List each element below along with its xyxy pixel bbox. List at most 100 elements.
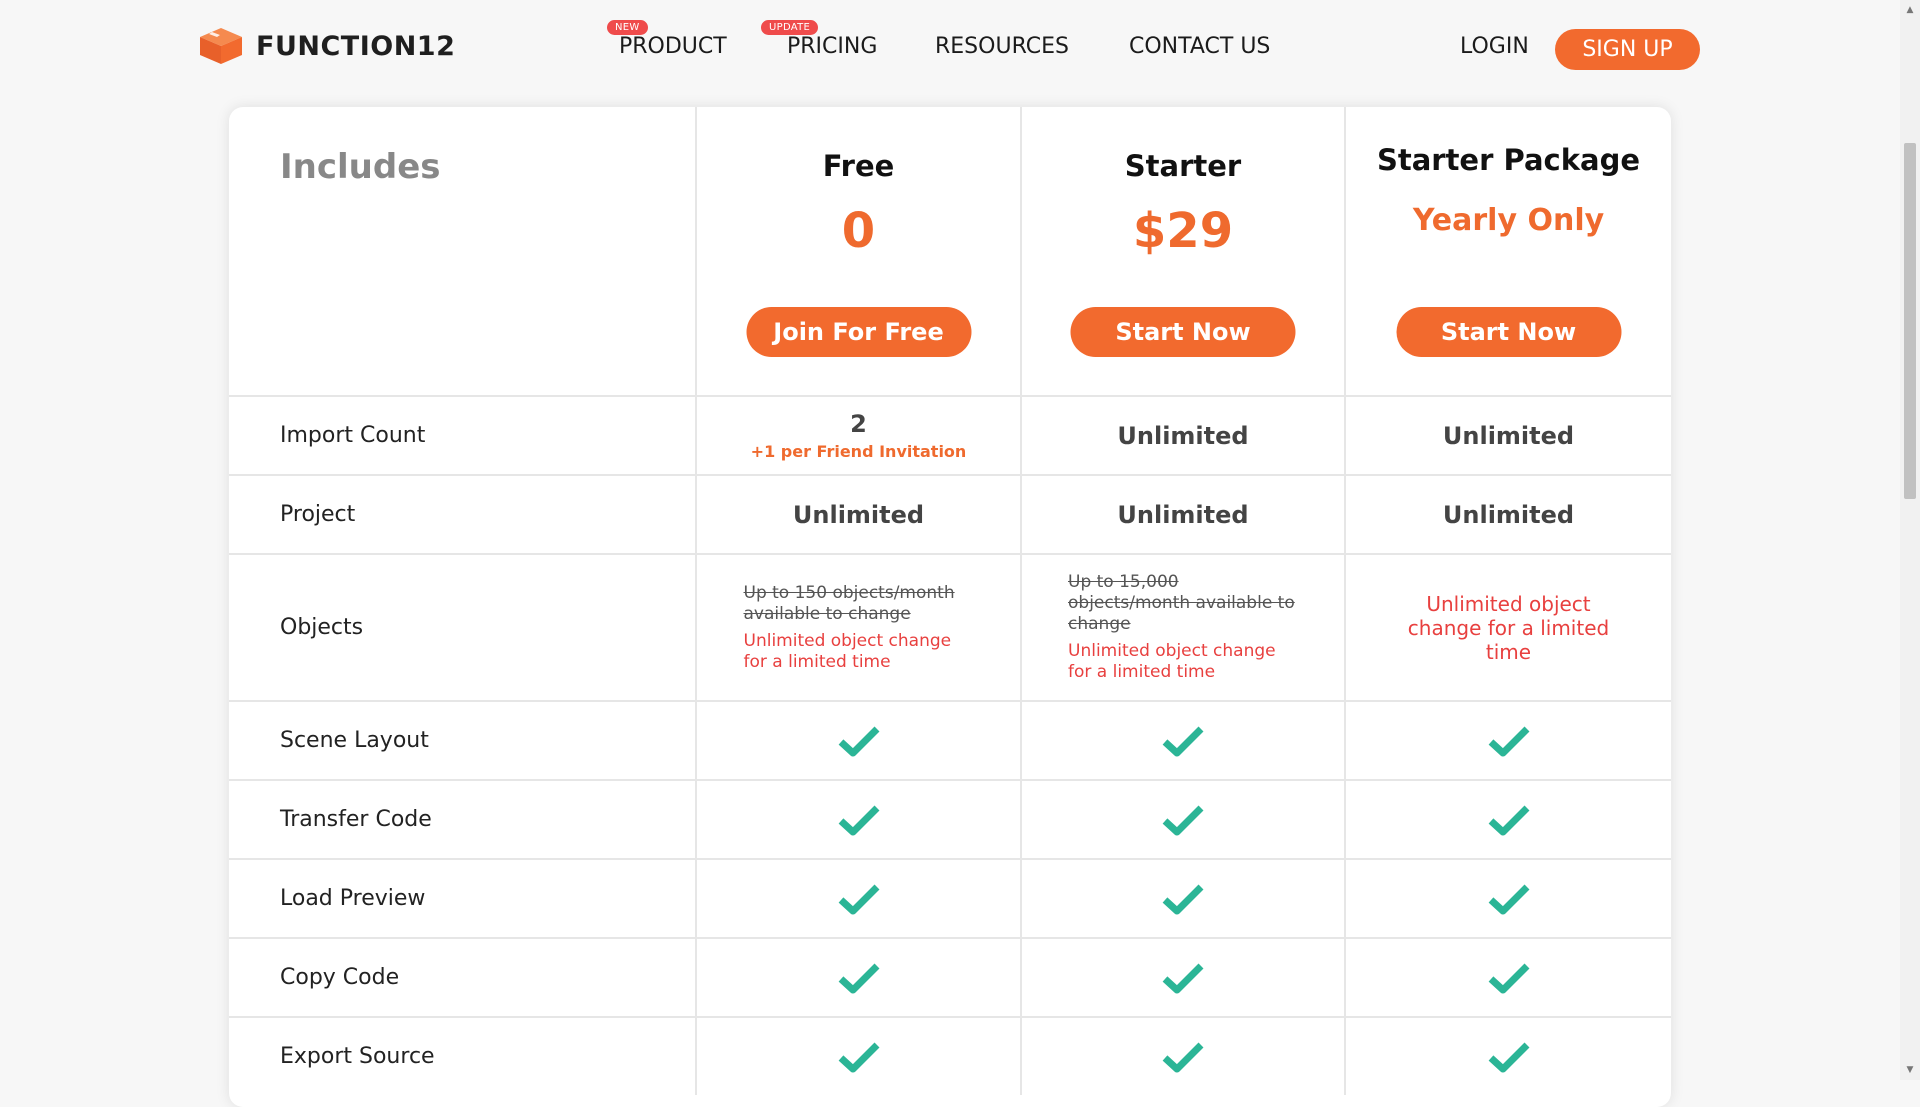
value-cell xyxy=(1344,860,1671,937)
start-now-button[interactable]: Start Now xyxy=(1070,307,1296,357)
check-icon xyxy=(1162,1042,1204,1072)
value-cell xyxy=(695,860,1020,937)
value-cell xyxy=(1020,860,1344,937)
feature-label: Import Count xyxy=(280,423,426,448)
objects-old-limit: Up to 150 objects/month available to cha… xyxy=(743,582,955,624)
check-icon xyxy=(1488,884,1529,914)
site-header: FUNCTION12 NEW PRODUCT UPDATE PRICING RE… xyxy=(0,0,1898,98)
feature-label-cell: Export Source xyxy=(229,1018,695,1095)
nav-resources-label: RESOURCES xyxy=(935,34,1069,59)
check-icon xyxy=(1162,726,1204,756)
import-count-value: Unlimited xyxy=(1117,421,1249,450)
feature-label-cell: Objects xyxy=(229,555,695,700)
nav-resources[interactable]: RESOURCES xyxy=(935,34,1069,59)
check-icon xyxy=(838,1042,879,1072)
value-cell xyxy=(1344,781,1671,858)
nav-badge-update: UPDATE xyxy=(761,20,819,35)
value-cell: Unlimited xyxy=(1020,397,1344,474)
value-cell xyxy=(1020,702,1344,779)
plan-price: 0 xyxy=(841,203,876,259)
scroll-up-arrow-icon[interactable]: ▲ xyxy=(1900,0,1920,20)
value-cell xyxy=(1020,939,1344,1016)
check-icon xyxy=(838,884,879,914)
objects-old-limit: Up to 15,000 objects/month available to … xyxy=(1068,572,1295,634)
signup-button[interactable]: SIGN UP xyxy=(1555,29,1700,70)
value-cell: Unlimited xyxy=(1020,476,1344,553)
check-icon xyxy=(838,726,879,756)
nav-pricing-label: PRICING xyxy=(787,34,878,59)
objects-promo-note: Unlimited object change for a limited ti… xyxy=(1068,641,1276,682)
value-cell xyxy=(695,1018,1020,1095)
value-cell: Unlimited xyxy=(695,476,1020,553)
feature-label-cell: Load Preview xyxy=(229,860,695,937)
feature-label-cell: Import Count xyxy=(229,397,695,474)
plan-starter: Starter $29 Start Now xyxy=(1020,107,1344,395)
value-cell xyxy=(695,939,1020,1016)
check-icon xyxy=(1488,1042,1529,1072)
table-row: Scene Layout xyxy=(229,700,1671,779)
join-for-free-button[interactable]: Join For Free xyxy=(746,307,971,357)
scrollbar-thumb[interactable] xyxy=(1904,143,1916,499)
value-cell xyxy=(1344,939,1671,1016)
objects-info: Up to 150 objects/month available to cha… xyxy=(744,583,974,673)
check-icon xyxy=(1488,963,1529,993)
feature-label: Load Preview xyxy=(280,886,426,911)
nav-product[interactable]: NEW PRODUCT xyxy=(607,20,727,59)
plan-free: Free 0 Join For Free xyxy=(695,107,1020,395)
plan-price: $29 xyxy=(1132,203,1234,259)
friend-invitation-note: +1 per Friend Invitation xyxy=(750,442,967,461)
nav-badge-new: NEW xyxy=(607,20,648,35)
table-row: Copy Code xyxy=(229,937,1671,1016)
nav-product-label: PRODUCT xyxy=(619,34,727,59)
plan-name: Starter Package xyxy=(1376,143,1641,177)
value-cell xyxy=(1344,702,1671,779)
table-row: Transfer Code xyxy=(229,779,1671,858)
value-cell xyxy=(1344,1018,1671,1095)
table-row: Export Source xyxy=(229,1016,1671,1095)
pricing-table: Includes Free 0 Join For Free Starter $2… xyxy=(229,107,1671,1107)
import-count-value: Unlimited xyxy=(1442,421,1575,450)
check-icon xyxy=(1162,805,1204,835)
value-cell: Unlimited xyxy=(1344,397,1671,474)
check-icon xyxy=(838,963,879,993)
check-icon xyxy=(838,805,879,835)
value-cell xyxy=(695,702,1020,779)
value-cell: Up to 150 objects/month available to cha… xyxy=(695,555,1020,700)
project-value: Unlimited xyxy=(792,500,925,529)
nav-contact-label: CONTACT US xyxy=(1129,34,1271,59)
feature-label: Project xyxy=(280,502,356,527)
project-value: Unlimited xyxy=(1442,500,1575,529)
value-cell: 2 +1 per Friend Invitation xyxy=(695,397,1020,474)
includes-heading: Includes xyxy=(280,147,441,187)
feature-label: Copy Code xyxy=(280,965,400,990)
table-row: Import Count 2 +1 per Friend Invitation … xyxy=(229,395,1671,474)
value-cell xyxy=(1020,781,1344,858)
project-value: Unlimited xyxy=(1117,500,1249,529)
value-cell xyxy=(695,781,1020,858)
check-icon xyxy=(1162,963,1204,993)
table-row: Project Unlimited Unlimited Unlimited xyxy=(229,474,1671,553)
nav-contact-us[interactable]: CONTACT US xyxy=(1129,34,1270,59)
feature-label: Scene Layout xyxy=(280,728,429,753)
check-icon xyxy=(1488,726,1529,756)
import-count-value: 2 xyxy=(850,410,867,438)
table-row: Objects Up to 150 objects/month availabl… xyxy=(229,553,1671,700)
feature-label-cell: Project xyxy=(229,476,695,553)
objects-promo-note: Unlimited object change for a limited ti… xyxy=(1407,591,1610,664)
feature-label: Export Source xyxy=(280,1044,435,1069)
table-row: Load Preview xyxy=(229,858,1671,937)
login-link[interactable]: LOGIN xyxy=(1460,34,1529,59)
feature-label-cell: Copy Code xyxy=(229,939,695,1016)
check-icon xyxy=(1162,884,1204,914)
value-cell xyxy=(1020,1018,1344,1095)
start-now-button[interactable]: Start Now xyxy=(1396,307,1621,357)
scroll-down-arrow-icon[interactable]: ▼ xyxy=(1900,1060,1920,1080)
objects-info: Up to 15,000 objects/month available to … xyxy=(1068,572,1298,683)
value-cell: Up to 15,000 objects/month available to … xyxy=(1020,555,1344,700)
feature-label-cell: Transfer Code xyxy=(229,781,695,858)
feature-label-cell: Scene Layout xyxy=(229,702,695,779)
check-icon xyxy=(1488,805,1529,835)
plan-name: Starter xyxy=(1124,149,1242,183)
nav-pricing[interactable]: UPDATE PRICING xyxy=(761,20,878,59)
page-scrollbar[interactable]: ▲ ▼ xyxy=(1900,0,1920,1080)
